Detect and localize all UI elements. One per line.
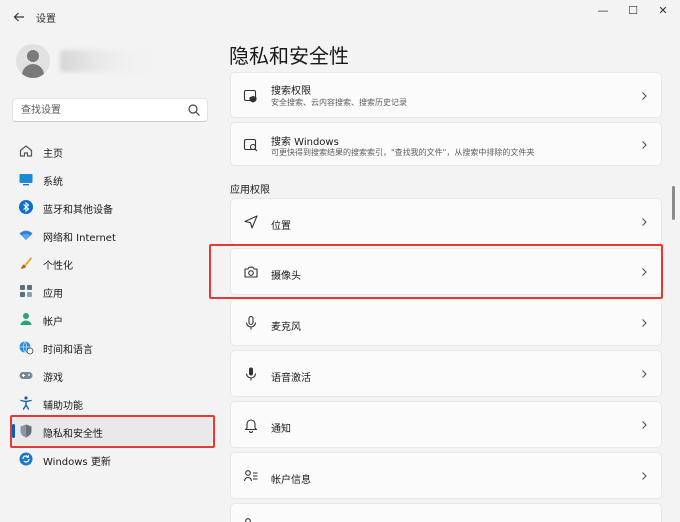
arrow-left-icon xyxy=(13,12,24,22)
camera-icon xyxy=(244,266,258,278)
sidebar-item-windows-update[interactable]: Windows 更新 xyxy=(12,445,212,473)
sidebar-item-network[interactable]: 网络和 Internet xyxy=(12,221,212,249)
bell-icon xyxy=(244,419,258,433)
gamepad-icon xyxy=(19,372,33,379)
permission-notifications[interactable]: 通知 xyxy=(230,401,662,448)
sidebar-item-system[interactable]: 系统 xyxy=(12,165,212,193)
search-box[interactable] xyxy=(12,98,208,122)
apps-icon xyxy=(20,285,32,297)
wifi-icon xyxy=(19,230,33,240)
sidebar-item-accounts[interactable]: 帐户 xyxy=(12,305,212,333)
sidebar-item-label: 主页 xyxy=(43,149,63,160)
section-label-app-permissions: 应用权限 xyxy=(230,185,270,196)
sidebar-item-label: 蓝牙和其他设备 xyxy=(43,205,113,216)
card-title: 位置 xyxy=(271,221,291,232)
permission-account-info[interactable]: 帐户信息 xyxy=(230,452,662,499)
page-title: 隐私和安全性 xyxy=(229,44,349,68)
permission-partial-next[interactable] xyxy=(230,503,662,522)
back-button[interactable] xyxy=(8,6,30,28)
sidebar-item-time-language[interactable]: 时间和语言 xyxy=(12,333,212,361)
chevron-right-icon xyxy=(642,92,647,100)
search-icon[interactable] xyxy=(187,103,201,117)
card-title: 搜索 Windows xyxy=(271,137,339,148)
sidebar-item-label: Windows 更新 xyxy=(43,457,111,468)
globe-clock-icon xyxy=(19,341,34,355)
permission-camera[interactable]: 摄像头 xyxy=(230,248,662,295)
card-title: 麦克风 xyxy=(271,322,301,333)
chevron-right-icon xyxy=(642,319,647,327)
sidebar-item-label: 游戏 xyxy=(43,373,63,384)
card-title: 帐户信息 xyxy=(271,475,311,486)
chevron-right-icon xyxy=(642,268,647,276)
sidebar-item-apps[interactable]: 应用 xyxy=(12,277,212,305)
card-search-windows[interactable]: 搜索 Windows 可更快得到搜索结果的搜索索引，"查找我的文件"，从搜索中排… xyxy=(230,122,662,166)
card-title: 语音激活 xyxy=(271,373,311,384)
account-info-icon xyxy=(243,470,258,482)
sidebar-item-label: 应用 xyxy=(43,289,63,300)
user-name-blurred xyxy=(60,50,150,72)
sidebar-item-label: 辅助功能 xyxy=(43,401,83,412)
sidebar-item-privacy-security[interactable]: 隐私和安全性 xyxy=(12,417,212,445)
person-icon xyxy=(20,313,32,325)
sidebar-item-label: 帐户 xyxy=(43,317,63,328)
avatar[interactable] xyxy=(16,44,50,78)
contacts-icon xyxy=(245,518,251,522)
search-input[interactable] xyxy=(21,102,181,118)
card-subtitle: 可更快得到搜索结果的搜索索引，"查找我的文件"，从搜索中排除的文件夹 xyxy=(271,148,535,157)
sidebar-item-bluetooth[interactable]: 蓝牙和其他设备 xyxy=(12,193,212,221)
sidebar-item-gaming[interactable]: 游戏 xyxy=(12,361,212,389)
sidebar-item-personalization[interactable]: 个性化 xyxy=(12,249,212,277)
update-icon xyxy=(19,452,33,466)
chevron-right-icon xyxy=(642,370,647,378)
avatar-body xyxy=(22,64,44,78)
permission-microphone[interactable]: 麦克风 xyxy=(230,299,662,346)
permission-location[interactable]: 位置 xyxy=(230,198,662,245)
sidebar-nav: 主页 系统 蓝牙和其他设备 网络和 Internet 个性化 应用 帐户 时间和… xyxy=(0,137,215,473)
search-window-icon xyxy=(243,138,258,152)
close-button[interactable]: ✕ xyxy=(648,3,678,19)
chevron-right-icon xyxy=(642,218,647,226)
search-shield-icon xyxy=(243,89,257,103)
shield-icon xyxy=(20,424,32,438)
brush-icon xyxy=(20,257,32,269)
microphone-icon xyxy=(245,315,257,330)
title-bar: 设置 — ☐ ✕ xyxy=(0,0,680,34)
sidebar-item-label: 个性化 xyxy=(43,261,73,272)
monitor-icon xyxy=(19,174,33,186)
sidebar-item-label: 时间和语言 xyxy=(43,345,93,356)
card-title: 通知 xyxy=(271,424,291,435)
location-arrow-icon xyxy=(244,215,258,229)
sidebar-item-label: 隐私和安全性 xyxy=(43,429,103,440)
scrollbar[interactable] xyxy=(672,186,675,486)
sidebar-item-label: 系统 xyxy=(43,177,63,188)
card-subtitle: 安全搜索、云内容搜索、搜索历史记录 xyxy=(271,98,407,107)
home-icon xyxy=(19,145,33,157)
card-search-permissions[interactable]: 搜索权限 安全搜索、云内容搜索、搜索历史记录 xyxy=(230,72,662,118)
chevron-right-icon xyxy=(642,141,647,149)
chevron-right-icon xyxy=(642,421,647,429)
sidebar-item-accessibility[interactable]: 辅助功能 xyxy=(12,389,212,417)
scrollbar-thumb[interactable] xyxy=(672,186,675,220)
card-title: 搜索权限 xyxy=(271,86,311,97)
card-title: 摄像头 xyxy=(271,271,301,282)
maximize-button[interactable]: ☐ xyxy=(618,3,648,19)
sidebar-item-label: 网络和 Internet xyxy=(43,233,116,244)
bluetooth-icon xyxy=(19,200,33,214)
accessibility-icon xyxy=(20,396,32,410)
chevron-right-icon xyxy=(642,472,647,480)
permission-voice-activation[interactable]: 语音激活 xyxy=(230,350,662,397)
avatar-head xyxy=(27,50,39,62)
voice-mic-icon xyxy=(245,367,257,381)
app-title: 设置 xyxy=(36,14,56,25)
sidebar-item-home[interactable]: 主页 xyxy=(12,137,212,165)
minimize-button[interactable]: — xyxy=(588,3,618,19)
